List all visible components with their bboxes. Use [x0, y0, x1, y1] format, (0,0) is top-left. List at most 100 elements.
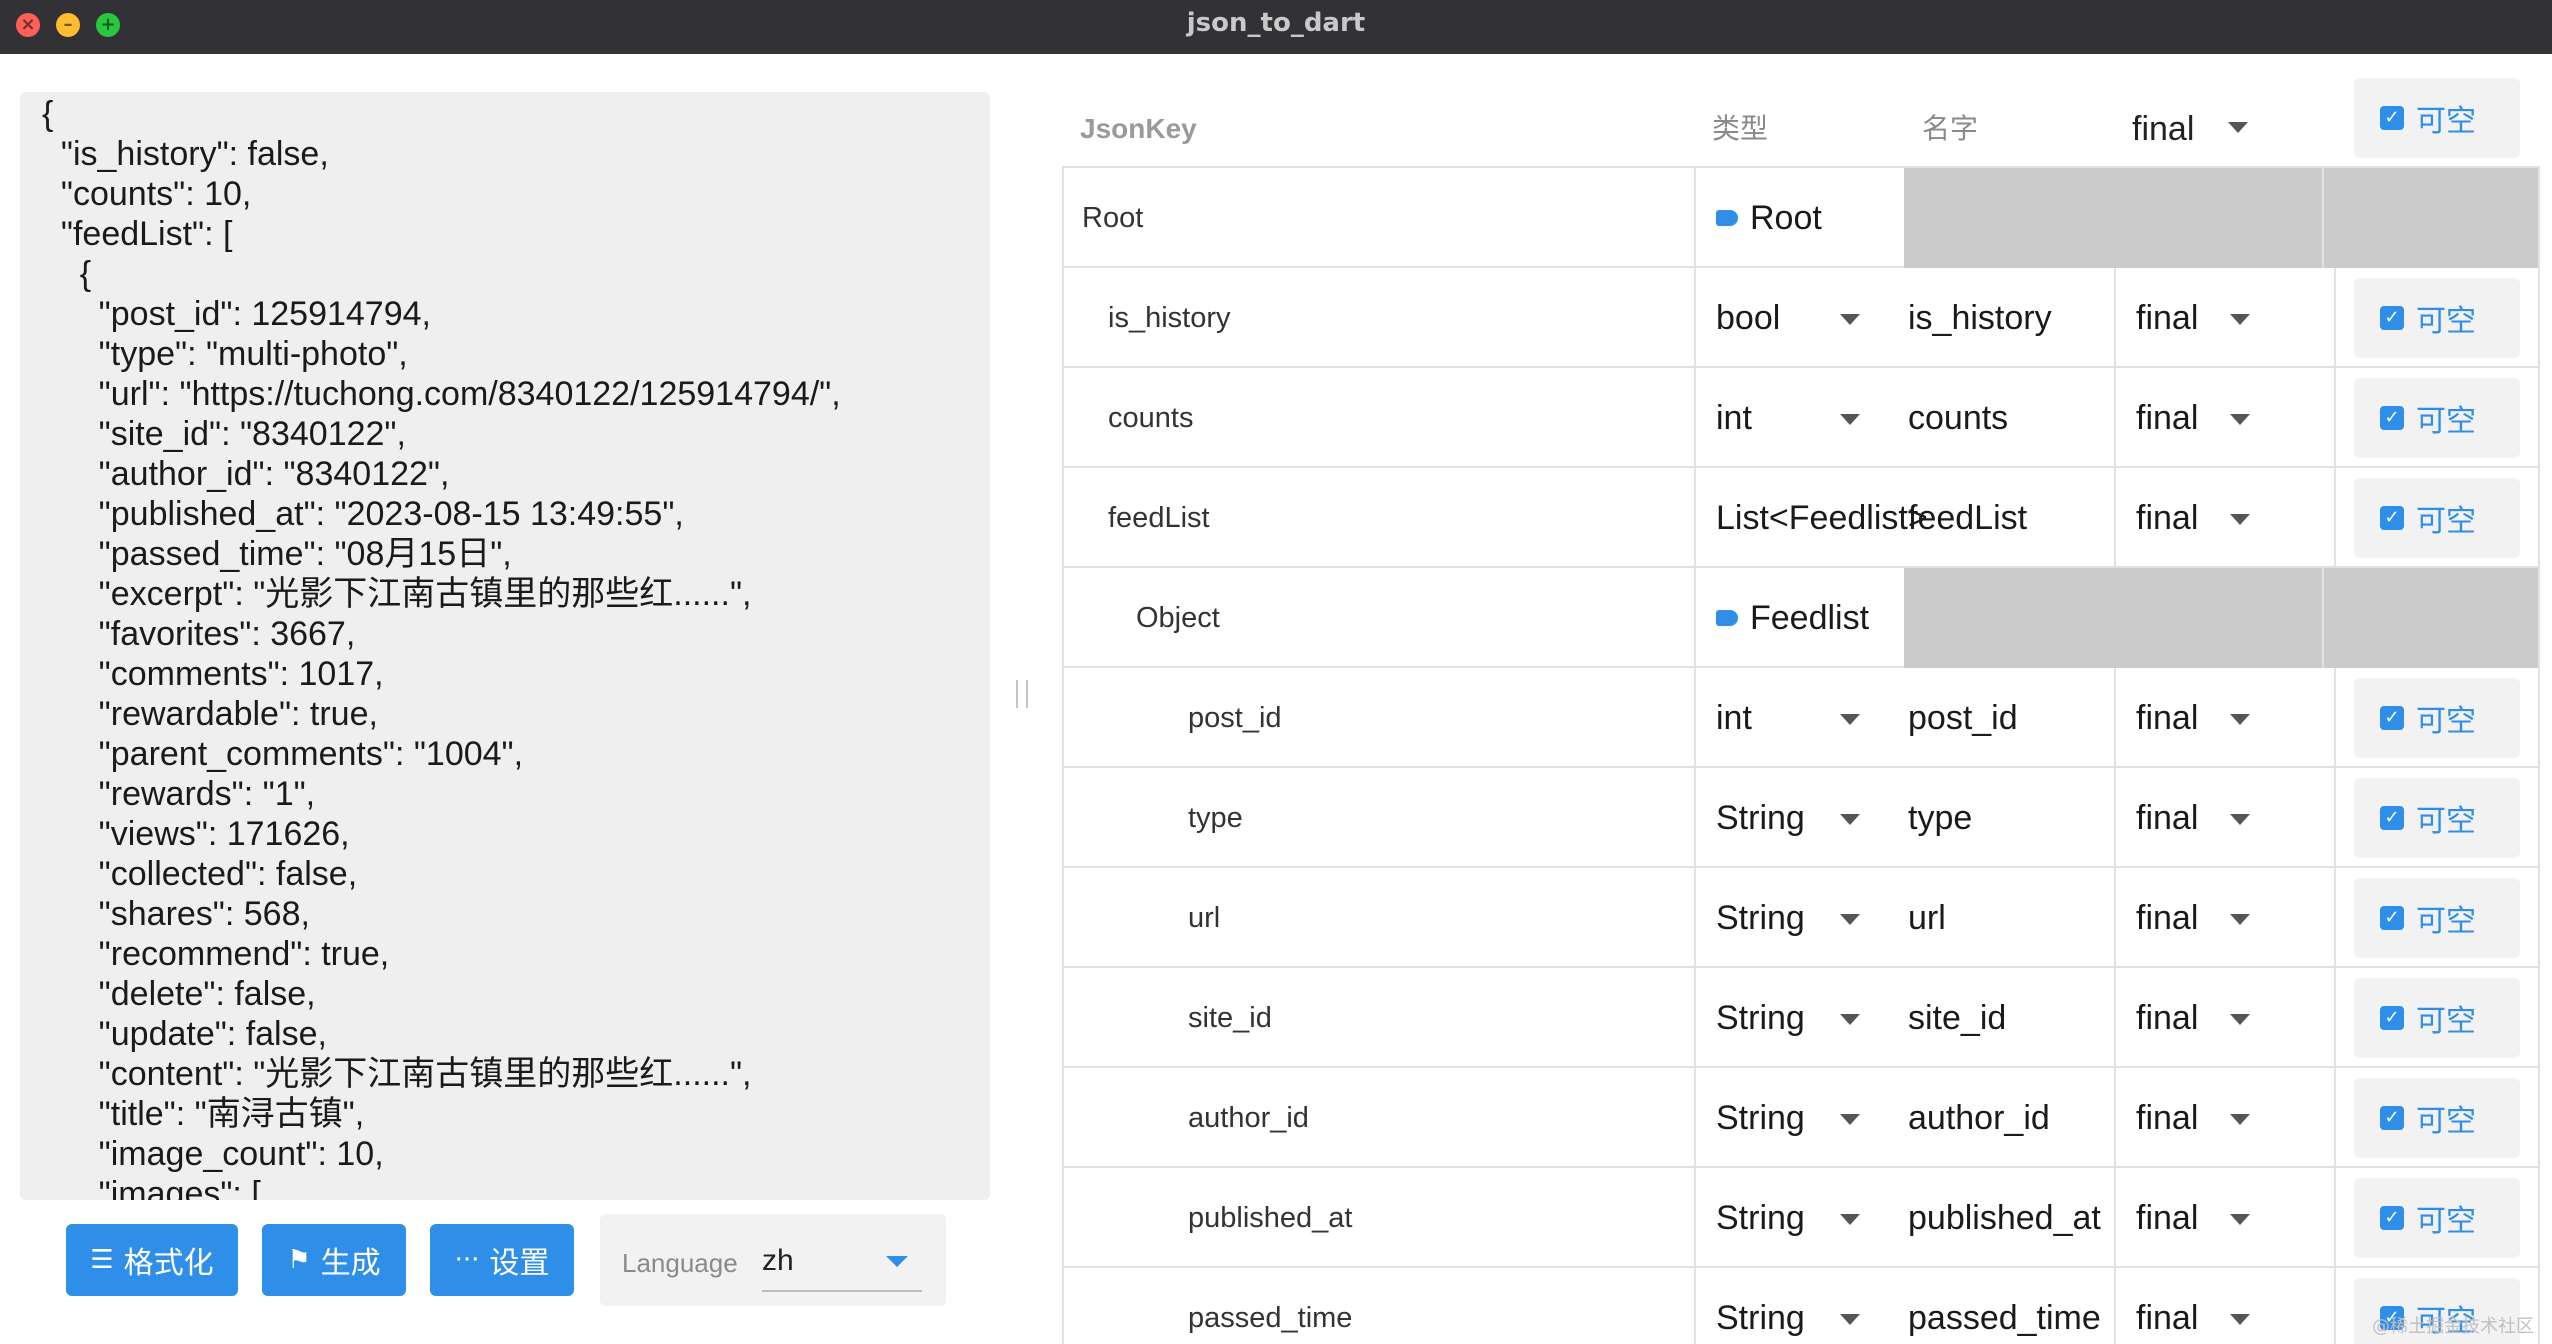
tag-icon: [1716, 210, 1738, 226]
type-dropdown[interactable]: String: [1716, 1268, 1805, 1344]
language-value[interactable]: zh: [762, 1244, 794, 1278]
code-line: "parent_comments": "1004",: [42, 735, 524, 773]
chevron-down-icon[interactable]: [2230, 1214, 2250, 1225]
checkbox-checked-icon[interactable]: ✓: [2380, 1006, 2404, 1030]
chevron-down-icon[interactable]: [1840, 914, 1860, 925]
class-name-cell[interactable]: Root: [1716, 168, 1822, 268]
modifier-dropdown[interactable]: final: [2136, 668, 2198, 768]
chevron-down-icon[interactable]: [2230, 1314, 2250, 1325]
type-dropdown[interactable]: bool: [1716, 268, 1780, 368]
checkbox-checked-icon[interactable]: ✓: [2380, 506, 2404, 530]
nullable-toggle[interactable]: ✓ 可空: [2354, 978, 2520, 1058]
field-name-input[interactable]: author_id: [1908, 1068, 2050, 1168]
chevron-down-icon[interactable]: [886, 1256, 908, 1267]
settings-button[interactable]: ··· 设置: [430, 1224, 574, 1296]
code-line: "post_id": 125914794,: [42, 295, 431, 333]
modifier-dropdown[interactable]: final: [2136, 268, 2198, 368]
type-dropdown[interactable]: String: [1716, 768, 1805, 868]
chevron-down-icon[interactable]: [2230, 914, 2250, 925]
nullable-label: 可空: [2416, 704, 2476, 739]
nullable-toggle[interactable]: ✓ 可空: [2354, 278, 2520, 358]
chevron-down-icon[interactable]: [2230, 1014, 2250, 1025]
type-dropdown[interactable]: String: [1716, 968, 1805, 1068]
checkbox-checked-icon[interactable]: ✓: [2380, 106, 2404, 130]
modifier-dropdown[interactable]: final: [2136, 768, 2198, 868]
code-line: {: [42, 255, 92, 293]
chevron-down-icon[interactable]: [2230, 1114, 2250, 1125]
chevron-down-icon[interactable]: [1840, 814, 1860, 825]
field-name-input[interactable]: passed_time: [1908, 1268, 2101, 1344]
chevron-down-icon[interactable]: [2230, 814, 2250, 825]
type-dropdown[interactable]: String: [1716, 1068, 1805, 1168]
column-divider: [1694, 1168, 1696, 1268]
column-divider: [1694, 968, 1696, 1068]
chevron-down-icon[interactable]: [2230, 414, 2250, 425]
json-key-cell: counts: [1108, 402, 1194, 434]
chevron-down-icon[interactable]: [1840, 1014, 1860, 1025]
nullable-toggle[interactable]: ✓ 可空: [2354, 478, 2520, 558]
type-dropdown[interactable]: String: [1716, 868, 1805, 968]
field-name-input[interactable]: type: [1908, 768, 1972, 868]
field-name-input[interactable]: counts: [1908, 368, 2008, 468]
chevron-down-icon[interactable]: [1840, 714, 1860, 725]
code-line: "is_history": false,: [42, 135, 329, 173]
format-button[interactable]: ☰ 格式化: [66, 1224, 238, 1296]
chevron-down-icon[interactable]: [2228, 122, 2248, 133]
code-line: "content": "光影下江南古镇里的那些红......",: [42, 1055, 752, 1093]
field-name-input[interactable]: site_id: [1908, 968, 2006, 1068]
field-name-input[interactable]: feedList: [1908, 468, 2027, 568]
panel-splitter-handle[interactable]: [1016, 680, 1028, 708]
type-dropdown[interactable]: int: [1716, 368, 1752, 468]
type-dropdown[interactable]: List<Feedlist>: [1716, 468, 1928, 568]
column-divider: [2114, 868, 2116, 968]
table-row: counts int counts final ✓ 可空: [1064, 368, 2538, 468]
generate-button[interactable]: ⚑ 生成: [262, 1224, 406, 1296]
chevron-down-icon[interactable]: [1840, 414, 1860, 425]
modifier-dropdown[interactable]: final: [2136, 1168, 2198, 1268]
code-line: "update": false,: [42, 1015, 327, 1053]
type-dropdown[interactable]: String: [1716, 1168, 1805, 1268]
code-line: "excerpt": "光影下江南古镇里的那些红......",: [42, 575, 752, 613]
chevron-down-icon[interactable]: [1840, 1314, 1860, 1325]
checkbox-checked-icon[interactable]: ✓: [2380, 706, 2404, 730]
modifier-dropdown[interactable]: final: [2136, 1268, 2198, 1344]
field-name-input[interactable]: is_history: [1908, 268, 2052, 368]
checkbox-checked-icon[interactable]: ✓: [2380, 406, 2404, 430]
field-name-input[interactable]: url: [1908, 868, 1946, 968]
chevron-down-icon[interactable]: [2230, 514, 2250, 525]
code-line: "published_at": "2023-08-15 13:49:55",: [42, 495, 684, 533]
field-name-input[interactable]: post_id: [1908, 668, 2018, 768]
modifier-dropdown[interactable]: final: [2136, 468, 2198, 568]
chevron-down-icon[interactable]: [1840, 1214, 1860, 1225]
language-selector[interactable]: Language zh: [600, 1214, 946, 1306]
json-key-cell: author_id: [1188, 1102, 1309, 1134]
chevron-down-icon[interactable]: [1840, 314, 1860, 325]
json-editor[interactable]: { "is_history": false, "counts": 10, "fe…: [20, 92, 990, 1200]
nullable-toggle[interactable]: ✓ 可空: [2354, 778, 2520, 858]
field-name-input[interactable]: published_at: [1908, 1168, 2101, 1268]
table-row: author_id String author_id final ✓ 可空: [1064, 1068, 2538, 1168]
chevron-down-icon[interactable]: [2230, 714, 2250, 725]
column-divider: [2114, 1168, 2116, 1268]
nullable-toggle[interactable]: ✓ 可空: [2354, 678, 2520, 758]
checkbox-checked-icon[interactable]: ✓: [2380, 906, 2404, 930]
chevron-down-icon[interactable]: [1840, 1114, 1860, 1125]
type-dropdown[interactable]: int: [1716, 668, 1752, 768]
modifier-dropdown[interactable]: final: [2136, 368, 2198, 468]
modifier-dropdown[interactable]: final: [2136, 868, 2198, 968]
header-final-dropdown[interactable]: final: [2132, 104, 2194, 154]
nullable-toggle[interactable]: ✓ 可空: [2354, 1078, 2520, 1158]
checkbox-checked-icon[interactable]: ✓: [2380, 806, 2404, 830]
modifier-dropdown[interactable]: final: [2136, 1068, 2198, 1168]
checkbox-checked-icon[interactable]: ✓: [2380, 1106, 2404, 1130]
header-nullable-toggle[interactable]: ✓ 可空: [2354, 78, 2520, 158]
json-editor-text[interactable]: { "is_history": false, "counts": 10, "fe…: [42, 94, 841, 1200]
chevron-down-icon[interactable]: [2230, 314, 2250, 325]
nullable-toggle[interactable]: ✓ 可空: [2354, 378, 2520, 458]
checkbox-checked-icon[interactable]: ✓: [2380, 306, 2404, 330]
checkbox-checked-icon[interactable]: ✓: [2380, 1206, 2404, 1230]
nullable-toggle[interactable]: ✓ 可空: [2354, 878, 2520, 958]
class-name-cell[interactable]: Feedlist: [1716, 568, 1869, 668]
nullable-toggle[interactable]: ✓ 可空: [2354, 1178, 2520, 1258]
modifier-dropdown[interactable]: final: [2136, 968, 2198, 1068]
